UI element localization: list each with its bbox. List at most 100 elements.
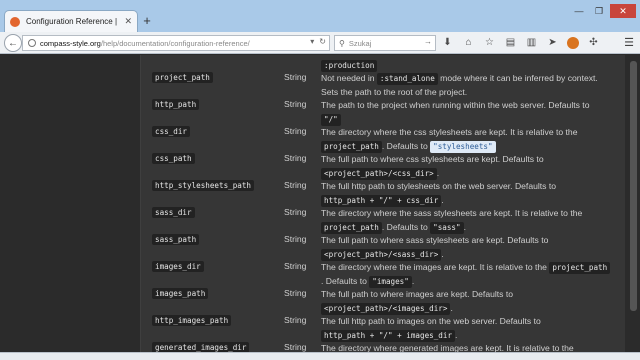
description-text: The directory where the images are kept.… [321,262,550,272]
property-type: String [284,99,307,109]
bookmark-star-icon[interactable]: ☆ [483,36,496,50]
property-description: Not needed in :stand_alone mode where it… [321,72,611,100]
firefox-icon[interactable] [567,37,579,49]
back-button[interactable]: ← [4,34,22,52]
description-text: . [436,167,440,178]
code-snippet: <project_path>/<sass_dir> [321,248,442,261]
description-text: . [441,194,444,205]
property-description: The full http path to stylesheets on the… [321,180,611,208]
property-name: sass_dir [152,207,195,218]
globe-icon [28,39,36,47]
property-type: String [284,342,307,352]
description-text: The path to the project when running wit… [321,100,590,110]
description-text: The full path to where sass stylesheets … [321,235,549,245]
code-snippet: project_path [549,262,611,274]
code-snippet: http_path + "/" + css_dir [321,194,442,207]
description-text: . Defaults to [321,276,370,286]
url-dropdown-icon[interactable]: ▾ [310,37,314,46]
description-text: . [463,221,466,232]
description-text: The full http path to images on the web … [321,316,541,326]
close-window-button[interactable]: ✕ [610,4,636,18]
download-icon[interactable]: ⬇ [441,36,454,50]
menu-icon[interactable]: ☰ [624,36,634,49]
property-type: String [284,207,307,217]
property-description: The directory where the sass stylesheets… [321,207,611,235]
code-snippet: http_path + "/" + images_dir [321,329,456,342]
scrollbar-thumb[interactable] [630,61,637,311]
status-bar [0,352,640,360]
description-text: The full path to where images are kept. … [321,289,514,299]
property-name: project_path [152,72,213,83]
property-description: The directory where the images are kept.… [321,261,611,289]
url-bar[interactable]: compass-style.org /help/documentation/co… [22,35,330,51]
property-name: http_path [152,99,200,110]
property-name: images_path [152,288,209,299]
property-description: The path to the project when running wit… [321,99,611,127]
property-type: String [284,234,307,244]
favicon-icon [10,16,20,27]
description-text: Not needed in [321,73,377,83]
description-text: . Defaults to [381,140,431,151]
code-snippet: project_path [321,221,382,234]
description-text: The directory where the css stylesheets … [321,127,578,137]
maximize-button[interactable]: ❐ [590,4,608,18]
description-text: The directory where the sass stylesheets… [321,208,583,218]
url-host: compass-style.org [40,38,101,48]
toolbar-icons: ⬇ ⌂ ☆ ▤ ▥ ➤ ✣ [441,36,600,50]
tab-title: Configuration Reference | ... [26,17,121,26]
property-type: String [284,315,307,325]
property-description: The directory where the css stylesheets … [321,126,611,154]
property-type: String [284,126,307,136]
code-snippet: "images" [369,276,412,288]
code-snippet: <project_path>/<images_dir> [321,302,451,315]
scrollbar[interactable] [625,55,640,352]
description-text: The full path to where css stylesheets a… [321,154,544,164]
code-snippet: :stand_alone [376,73,438,85]
property-description: The full path to where sass stylesheets … [321,234,611,262]
property-type: String [284,153,307,163]
tab-close-icon[interactable]: ✕ [124,16,132,27]
property-name: http_stylesheets_path [152,180,255,191]
tab-configuration-reference[interactable]: Configuration Reference | ... ✕ [4,10,138,32]
home-icon[interactable]: ⌂ [462,36,475,50]
code-snippet: "sass" [430,221,464,234]
description-text: . [455,329,458,340]
send-icon[interactable]: ➤ [546,36,559,50]
reload-icon[interactable]: ↻ [319,37,326,46]
search-input[interactable]: ⚲ Szukaj → [334,35,436,51]
clipboard-icon[interactable]: ▤ [504,36,517,50]
property-name: http_images_path [152,315,232,326]
property-name: css_dir [152,126,191,137]
reader-icon[interactable]: ▥ [525,36,538,50]
property-type: String [284,288,307,298]
code-snippet: project_path [321,140,382,153]
property-name: css_path [152,153,195,164]
tab-bar: Configuration Reference | ... ✕ + — ❐ ✕ [0,0,640,32]
property-description: The full path to where images are kept. … [321,288,611,316]
search-icon: ⚲ [339,38,345,48]
url-path: /help/documentation/configuration-refere… [100,38,250,48]
highlighted-code-snippet: "stylesheets" [430,140,496,153]
description-text: The full http path to stylesheets on the… [321,181,557,191]
code-snippet: "/" [321,113,341,126]
code-snippet: <project_path>/<css_dir> [321,167,437,180]
window-controls: — ❐ ✕ [570,4,636,18]
description-text: . [441,248,444,259]
property-name: images_dir [152,261,204,272]
property-type: String [284,180,307,190]
extensions-icon[interactable]: ✣ [587,36,600,50]
description-text: . Defaults to [381,221,431,232]
description-text: . [411,276,415,286]
property-type: String [284,72,307,82]
navigation-bar: ← compass-style.org /help/documentation/… [0,32,640,54]
minimize-button[interactable]: — [570,4,588,18]
property-description: The full http path to images on the web … [321,315,611,343]
search-placeholder: Szukaj [348,38,372,48]
search-go-icon[interactable]: → [424,37,432,46]
property-type: String [284,261,307,271]
new-tab-button[interactable]: + [140,13,154,28]
property-description: The full path to where css stylesheets a… [321,153,611,181]
description-text: . [450,302,453,313]
code-snippet: :production [321,60,378,72]
property-name: sass_path [152,234,200,245]
